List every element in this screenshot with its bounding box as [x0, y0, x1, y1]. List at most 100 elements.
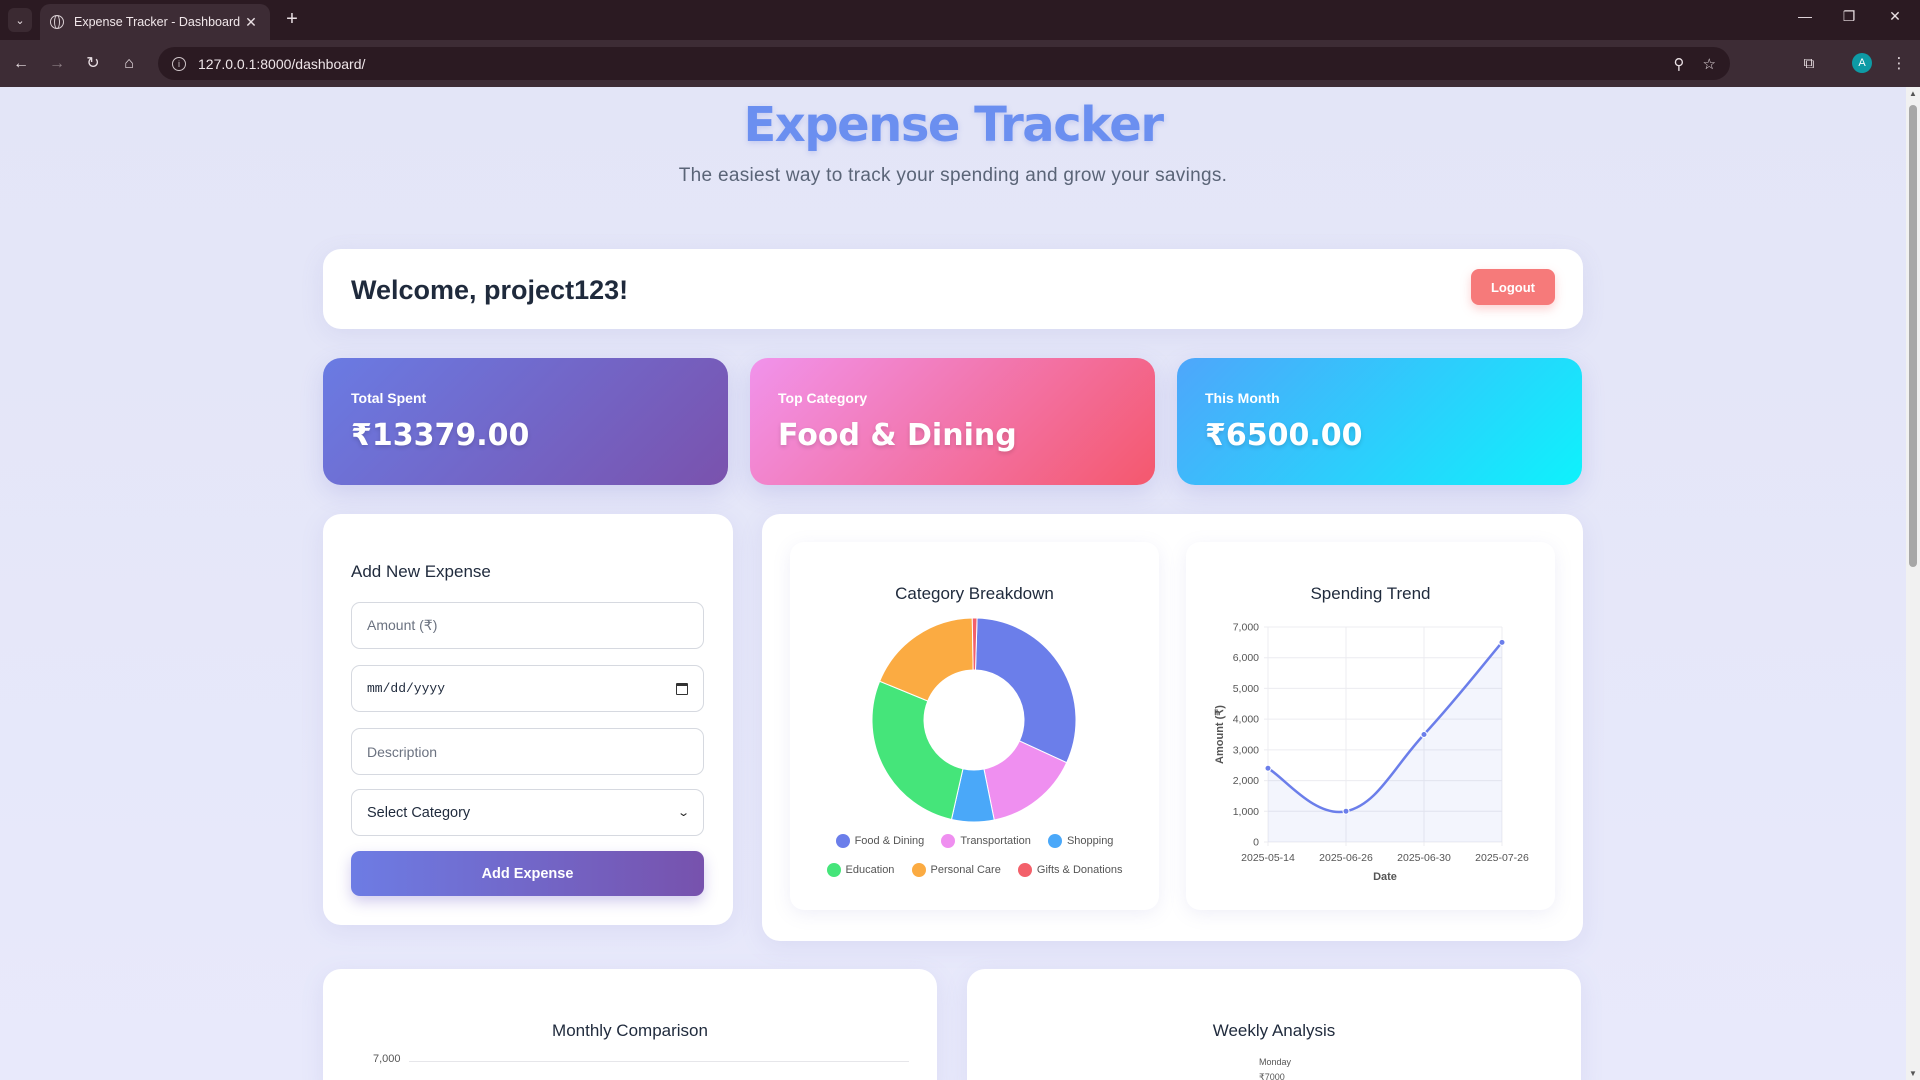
- legend-label: Gifts & Donations: [1036, 864, 1123, 876]
- restore-button[interactable]: ❐: [1834, 8, 1864, 25]
- data-point: [1342, 807, 1350, 815]
- category-select[interactable]: Select Category ⌄: [351, 789, 704, 836]
- home-button[interactable]: ⌂: [116, 52, 142, 76]
- legend-swatch-personal: [911, 863, 926, 877]
- legend-item[interactable]: Food & Dining: [835, 834, 925, 848]
- omnibox[interactable]: i 127.0.0.1:8000/dashboard/ ⚲ ☆: [158, 47, 1730, 80]
- x-tick-label: 2025-06-30: [1397, 852, 1451, 864]
- forward-button[interactable]: →: [44, 52, 70, 76]
- bookmark-star-icon[interactable]: ☆: [1703, 55, 1716, 73]
- legend-label: Shopping: [1066, 835, 1114, 847]
- legend-item[interactable]: Shopping: [1047, 834, 1114, 848]
- site-info-icon[interactable]: i: [172, 56, 186, 71]
- legend-label: Education: [845, 864, 895, 876]
- y-axis-label: Amount (₹): [1214, 705, 1226, 764]
- welcome-text: Welcome, project123!: [351, 275, 629, 305]
- stat-value: Food & Dining: [778, 418, 1017, 453]
- donut-slice: [974, 617, 1077, 764]
- calendar-icon[interactable]: [676, 682, 688, 695]
- stat-top-category: Top Category Food & Dining: [750, 358, 1155, 485]
- legend-label: Food & Dining: [854, 835, 925, 847]
- address-bar-row: ← → ↻ ⌂ i 127.0.0.1:8000/dashboard/ ⚲ ☆ …: [0, 40, 1920, 87]
- spending-trend-chart: 0 1,000 2,000 3,000 4,000 5,000 6,000 7,000 2025…: [1214, 622, 1529, 884]
- stat-total-spent: Total Spent ₹13379.00: [323, 358, 728, 485]
- new-tab-button[interactable]: +: [280, 8, 304, 32]
- zoom-icon[interactable]: ⚲: [1674, 55, 1685, 73]
- x-axis-label: Date: [1373, 871, 1397, 883]
- page-viewport: Expense Tracker The easiest way to track…: [0, 87, 1906, 1080]
- chart-title: Weekly Analysis: [1212, 1021, 1336, 1040]
- monthly-comparison-card: Monthly Comparison 7,000: [323, 969, 937, 1080]
- scrollbar-thumb[interactable]: [1909, 105, 1917, 567]
- legend-item[interactable]: Transportation: [941, 834, 1031, 848]
- legend-label: Personal Care: [930, 864, 1001, 876]
- globe-icon: [50, 15, 64, 29]
- legend-item[interactable]: Education: [826, 863, 895, 877]
- y-tick-label: 7,000: [373, 1053, 401, 1065]
- reload-button[interactable]: ↻: [80, 52, 106, 76]
- y-tick-label: 5,000: [1233, 683, 1259, 695]
- legend-swatch-shopping: [1047, 834, 1062, 848]
- category-donut-chart: [871, 617, 1077, 823]
- chevron-down-icon: ⌄: [676, 807, 690, 819]
- y-tick-label: 6,000: [1233, 652, 1259, 664]
- add-expense-button[interactable]: Add Expense: [351, 851, 704, 896]
- app-subtitle: The easiest way to track your spending a…: [678, 165, 1228, 186]
- tab-bar: ⌄ Expense Tracker - Dashboard ✕ + — ❐ ✕: [0, 0, 1920, 40]
- stat-value: ₹13379.00: [351, 418, 530, 453]
- app-title: Expense Tracker: [743, 97, 1164, 153]
- description-input[interactable]: Description: [351, 728, 704, 775]
- scroll-down-icon[interactable]: ▼: [1909, 1069, 1917, 1078]
- close-tab-icon[interactable]: ✕: [242, 14, 260, 31]
- back-button[interactable]: ←: [8, 52, 34, 76]
- close-window-button[interactable]: ✕: [1880, 8, 1910, 25]
- value-label: ₹7000: [1259, 1072, 1285, 1080]
- legend-swatch-transport: [941, 834, 956, 848]
- y-tick-label: 1,000: [1233, 806, 1259, 818]
- spending-trend-card: Spending Trend 0 1,000 2,000 3,000 4,000 5,00…: [1186, 542, 1555, 910]
- stat-label: This Month: [1205, 390, 1280, 406]
- day-label: Monday: [1259, 1057, 1292, 1067]
- data-point: [1264, 764, 1272, 772]
- page-scrollbar[interactable]: ▲ ▼: [1906, 87, 1920, 1080]
- weekly-analysis-card: Weekly Analysis Monday ₹7000: [967, 969, 1581, 1080]
- tab-search-button[interactable]: ⌄: [8, 8, 32, 32]
- stat-label: Total Spent: [351, 390, 427, 406]
- form-title: Add New Expense: [351, 562, 491, 581]
- legend-label: Transportation: [960, 835, 1031, 847]
- legend-swatch-gifts: [1017, 863, 1032, 877]
- y-tick-label: 7,000: [1233, 622, 1259, 634]
- add-expense-form: Add New Expense Amount (₹) mm/dd/yyyy De…: [323, 514, 733, 925]
- grid-line: [409, 1061, 909, 1062]
- profile-avatar[interactable]: A: [1852, 53, 1872, 73]
- stat-value: ₹6500.00: [1205, 418, 1363, 453]
- minimize-button[interactable]: —: [1790, 8, 1820, 24]
- tab-title: Expense Tracker - Dashboard: [74, 15, 241, 29]
- donut-slice: [871, 680, 964, 821]
- line-area-fill: [1268, 642, 1502, 842]
- browser-tab[interactable]: Expense Tracker - Dashboard ✕: [40, 4, 270, 40]
- category-breakdown-card: Category Breakdown Food & Dining Transpo…: [790, 542, 1159, 910]
- stat-label: Top Category: [778, 390, 868, 406]
- category-selected: Select Category: [367, 804, 471, 821]
- logout-button[interactable]: Logout: [1471, 269, 1555, 305]
- amount-input[interactable]: Amount (₹): [351, 602, 704, 649]
- url-text[interactable]: 127.0.0.1:8000/dashboard/: [198, 56, 1656, 72]
- y-tick-label: 3,000: [1233, 744, 1259, 756]
- welcome-card: Welcome, project123! Logout: [323, 249, 1583, 329]
- browser-menu-icon[interactable]: ⋮: [1886, 52, 1912, 76]
- extensions-icon[interactable]: ⧉: [1796, 52, 1822, 76]
- data-point: [1420, 731, 1428, 738]
- date-input[interactable]: mm/dd/yyyy: [351, 665, 704, 712]
- data-point: [1498, 638, 1506, 646]
- x-tick-label: 2025-06-26: [1319, 852, 1373, 864]
- y-tick-label: 4,000: [1233, 714, 1259, 726]
- x-tick-label: 2025-07-26: [1475, 852, 1529, 864]
- scroll-up-icon[interactable]: ▲: [1909, 89, 1917, 98]
- y-tick-label: 2,000: [1233, 775, 1259, 787]
- legend-item[interactable]: Gifts & Donations: [1017, 863, 1123, 877]
- legend-item[interactable]: Personal Care: [911, 863, 1001, 877]
- donut-legend-row-2: Education Personal Care Gifts & Donation…: [790, 863, 1159, 880]
- donut-legend-row-1: Food & Dining Transportation Shopping: [790, 834, 1159, 851]
- y-tick-label: 0: [1253, 837, 1259, 849]
